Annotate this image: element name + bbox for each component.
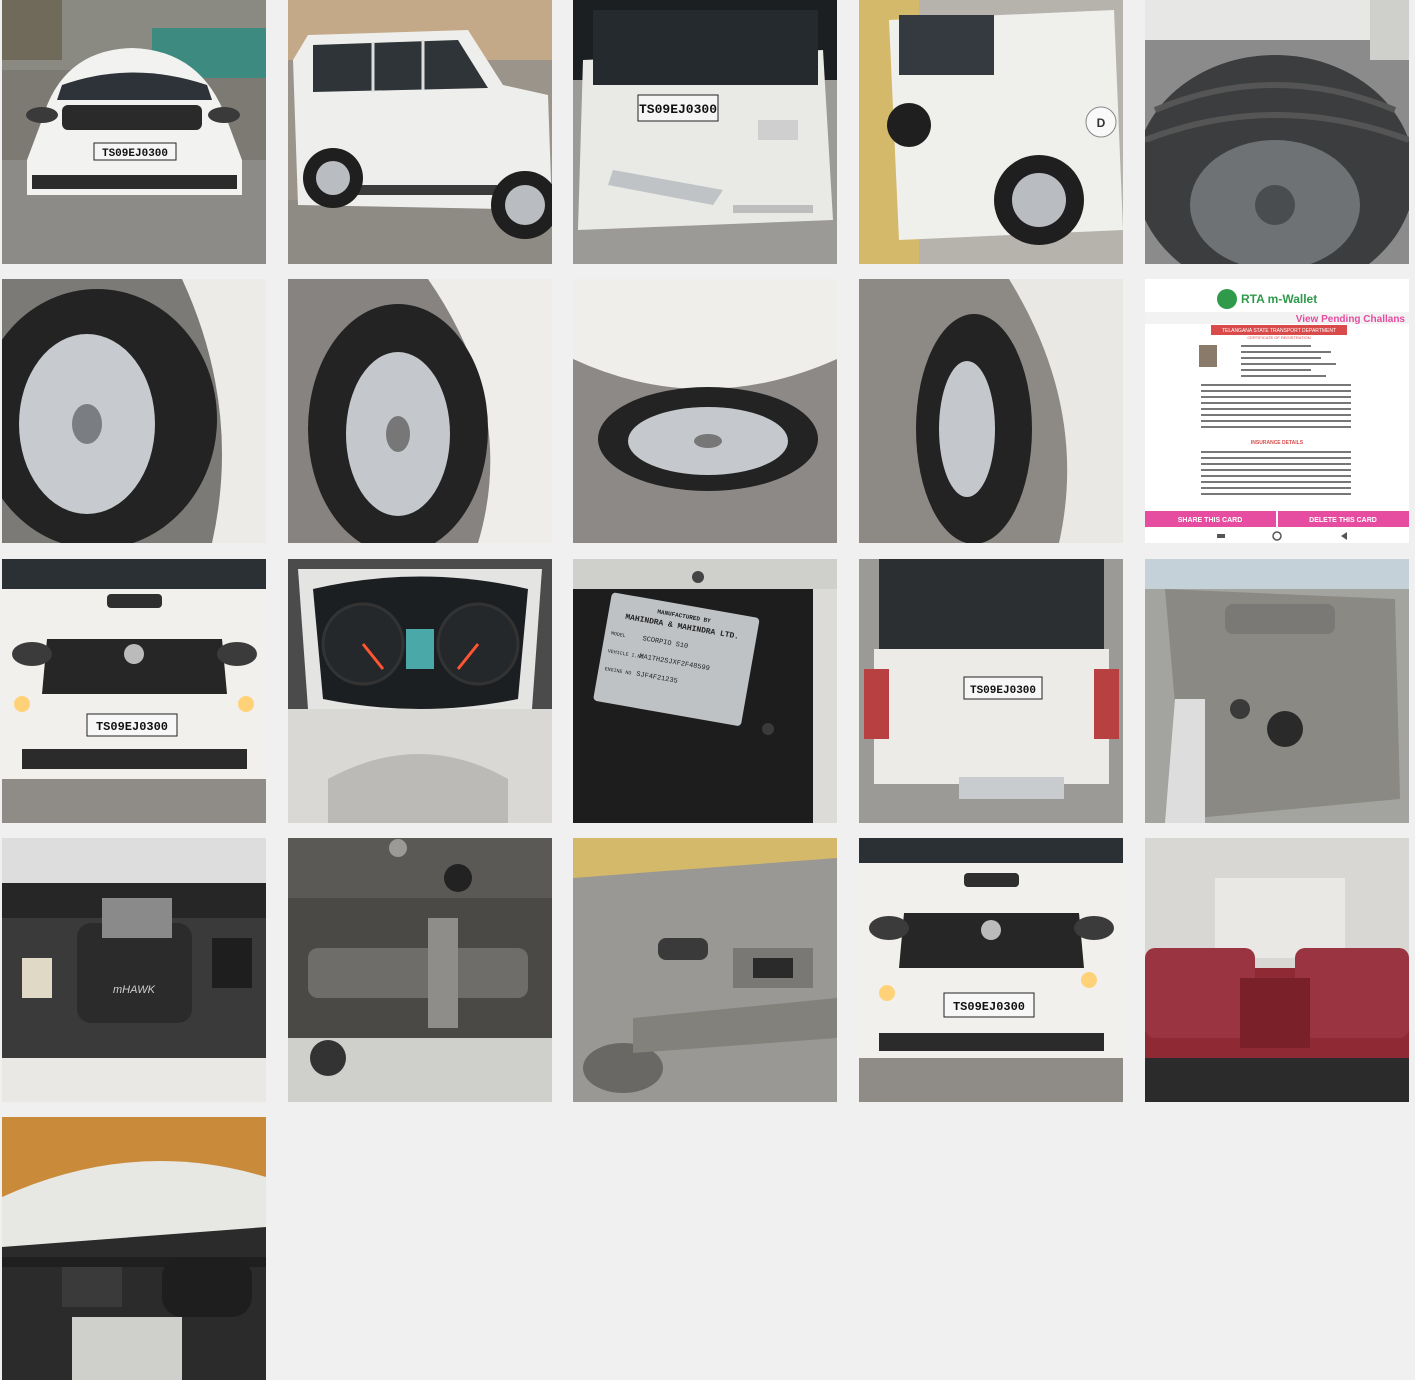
photo-tyre-rear-left[interactable] bbox=[288, 279, 552, 543]
instrument-cluster-photo bbox=[288, 559, 552, 823]
plate-text: TS09EJ0300 bbox=[970, 685, 1036, 697]
tyre-front-right-photo bbox=[859, 279, 1123, 543]
photo-instrument-cluster[interactable] bbox=[288, 559, 552, 823]
photo-gallery: TS09EJ0300 TS09EJ0300 D RTA m-Wallet Vie… bbox=[0, 0, 1415, 1380]
photo-vin-plate[interactable]: MANUFACTURED BY MAHINDRA & MAHINDRA LTD.… bbox=[573, 559, 837, 823]
rta-logo-icon bbox=[1217, 289, 1237, 309]
photo-engine-bay[interactable]: mHAWK bbox=[2, 838, 266, 1102]
photo-underbody[interactable] bbox=[288, 838, 552, 1102]
door-trim-photo bbox=[573, 838, 837, 1102]
rear-view-photo: TS09EJ0300 bbox=[573, 0, 837, 264]
photo-tyre-alloy-wheel[interactable] bbox=[573, 279, 837, 543]
plate-text: TS09EJ0300 bbox=[639, 102, 717, 117]
cluster-display bbox=[406, 629, 434, 669]
delete-card-label: DELETE THIS CARD bbox=[1309, 517, 1377, 524]
rta-card-screenshot: RTA m-Wallet View Pending Challans TELAN… bbox=[1145, 279, 1409, 543]
insurance-header: INSURANCE DETAILS bbox=[1251, 440, 1304, 446]
side-door-photo: D bbox=[859, 0, 1123, 264]
plate-text: TS09EJ0300 bbox=[953, 1000, 1025, 1014]
photo-front-view[interactable]: TS09EJ0300 bbox=[2, 0, 266, 264]
photo-rear-open-view[interactable]: TS09EJ0300 bbox=[859, 559, 1123, 823]
front-view-2-photo: TS09EJ0300 bbox=[859, 838, 1123, 1102]
photo-front-view-2[interactable]: TS09EJ0300 bbox=[859, 838, 1123, 1102]
photo-tyre-front-left[interactable] bbox=[2, 279, 266, 543]
photo-tyre-front-right[interactable] bbox=[859, 279, 1123, 543]
photo-door-trim[interactable] bbox=[573, 838, 837, 1102]
photo-side-door-view[interactable]: D bbox=[859, 0, 1123, 264]
photo-front-view-closeup[interactable]: TS09EJ0300 bbox=[2, 559, 266, 823]
engine-bay-photo: mHAWK bbox=[2, 838, 266, 1102]
rta-app-title: RTA m-Wallet bbox=[1241, 292, 1317, 306]
department-title: TELANGANA STATE TRANSPORT DEPARTMENT bbox=[1222, 328, 1336, 334]
photo-rta-mwallet-card[interactable]: RTA m-Wallet View Pending Challans TELAN… bbox=[1145, 279, 1409, 543]
side-view-photo bbox=[288, 0, 552, 264]
rear-open-photo: TS09EJ0300 bbox=[859, 559, 1123, 823]
share-card-label: SHARE THIS CARD bbox=[1178, 517, 1243, 524]
plate-text: TS09EJ0300 bbox=[102, 148, 168, 160]
brand-logo-icon bbox=[981, 920, 1001, 940]
front-closeup-photo: TS09EJ0300 bbox=[2, 559, 266, 823]
svg-text:D: D bbox=[1097, 116, 1106, 130]
photo-rear-seats[interactable] bbox=[1145, 838, 1409, 1102]
spare-tyre-photo bbox=[1145, 0, 1409, 264]
tyre-alloy-photo bbox=[573, 279, 837, 543]
owner-photo bbox=[1199, 345, 1217, 367]
tailgate-interior-photo bbox=[1145, 559, 1409, 823]
tyre-rear-left-photo bbox=[288, 279, 552, 543]
view-pending-challans-link: View Pending Challans bbox=[1296, 314, 1406, 325]
certificate-title: CERTIFICATE OF REGISTRATION bbox=[1247, 335, 1310, 340]
plate-text: TS09EJ0300 bbox=[96, 720, 168, 734]
underbody-photo bbox=[288, 838, 552, 1102]
tyre-front-left-photo bbox=[2, 279, 266, 543]
photo-dashboard[interactable] bbox=[2, 1117, 266, 1380]
brand-logo-icon bbox=[124, 644, 144, 664]
photo-side-view[interactable] bbox=[288, 0, 552, 264]
rear-seats-photo bbox=[1145, 838, 1409, 1102]
photo-spare-tyre[interactable] bbox=[1145, 0, 1409, 264]
engine-badge: mHAWK bbox=[113, 984, 156, 996]
dashboard-photo bbox=[2, 1117, 266, 1380]
nav-recent-icon bbox=[1217, 534, 1225, 538]
vin-plate-photo: MANUFACTURED BY MAHINDRA & MAHINDRA LTD.… bbox=[573, 559, 837, 823]
front-view-photo: TS09EJ0300 bbox=[2, 0, 266, 264]
photo-rear-view[interactable]: TS09EJ0300 bbox=[573, 0, 837, 264]
photo-tailgate-interior[interactable] bbox=[1145, 559, 1409, 823]
